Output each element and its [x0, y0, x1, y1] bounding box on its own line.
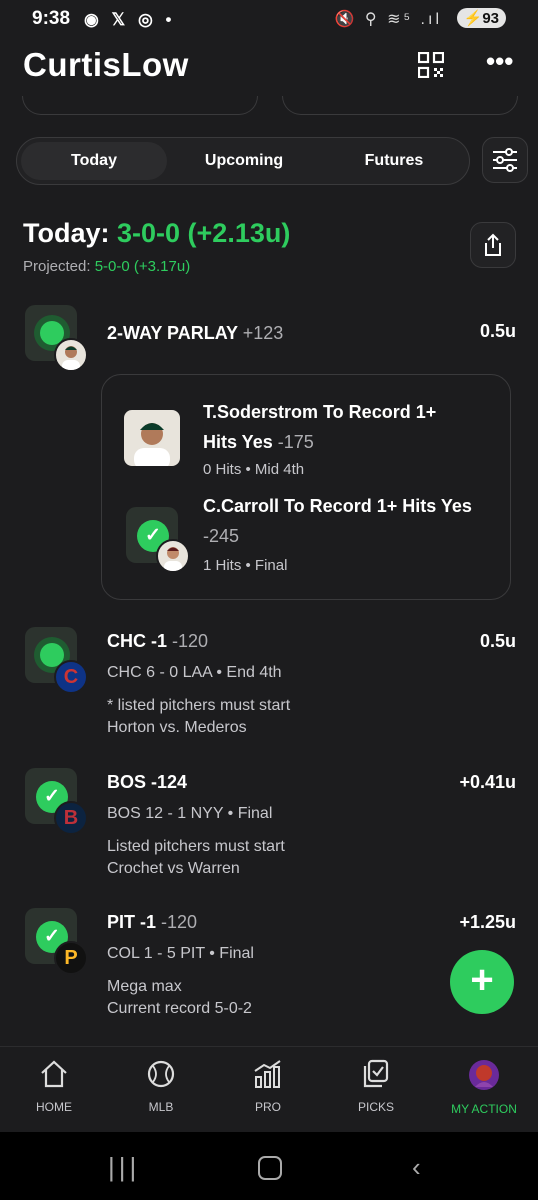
share-button[interactable] [470, 222, 516, 268]
nav-mlb[interactable]: MLB [111, 1059, 211, 1114]
system-icons: 🔇 ⚲ ≋⁵ .ıl [334, 11, 442, 28]
summary-label: Today: [23, 218, 110, 248]
pick-card-bos[interactable]: ✓ B BOS -124 +0.41u BOS 12 - 1 NYY • Fin… [0, 763, 538, 889]
pick-odds: -120 [161, 912, 198, 932]
pick-note: * listed pitchers must start Horton vs. … [107, 695, 290, 739]
nav-label: PICKS [357, 1100, 394, 1114]
status-time: 9:38 [32, 8, 71, 29]
pick-label: BOS -124 [107, 772, 188, 792]
leg-title: T.Soderstrom To Record 1+ Hits Yes -175 [203, 397, 473, 457]
nav-pro[interactable]: PRO [218, 1059, 318, 1114]
sliders-icon [493, 148, 517, 172]
player-avatar [54, 338, 88, 372]
back-icon[interactable]: ‹ [412, 1152, 421, 1183]
note-line-1: Mega max [107, 978, 182, 995]
nav-label: MY ACTION [451, 1102, 517, 1116]
summary-record: 3-0-0 (+2.13u) [117, 218, 291, 248]
pick-units: +1.25u [459, 912, 516, 932]
red-sox-logo-icon: B [54, 801, 88, 835]
game-score: CHC 6 - 0 LAA • End 4th [107, 664, 282, 681]
parlay-legs: T.Soderstrom To Record 1+ Hits Yes -175 … [101, 374, 511, 600]
nav-picks[interactable]: PICKS [326, 1059, 426, 1114]
game-score: COL 1 - 5 PIT • Final [107, 945, 254, 962]
add-pick-button[interactable]: + [450, 950, 514, 1014]
pick-units: 0.5u [479, 631, 516, 651]
nav-label: PRO [254, 1100, 281, 1114]
player-photo [124, 410, 180, 466]
projected-value: 5-0-0 (+3.17u) [94, 258, 191, 275]
pick-odds: +123 [242, 323, 284, 343]
nav-home[interactable]: HOME [4, 1059, 104, 1114]
notification-icons: ◉ 𝕏 ◎ • [84, 10, 176, 29]
leg-odds: -245 [203, 526, 240, 546]
pick-card-chc[interactable]: C CHC -1 -120 0.5u CHC 6 - 0 LAA • End 4… [0, 622, 538, 748]
pick-title: PIT -1 -120 [107, 912, 197, 933]
pick-odds: -120 [172, 631, 209, 651]
note-line-1: Listed pitchers must start [107, 838, 285, 855]
cubs-logo-icon: C [54, 660, 88, 694]
picks-icon [363, 1059, 389, 1088]
projected-label: Projected: [23, 258, 91, 275]
more-options-icon[interactable]: ••• [486, 48, 513, 74]
qr-code-icon[interactable] [418, 52, 444, 78]
pick-units: 0.5u [479, 321, 516, 341]
tab-futures[interactable]: Futures [321, 142, 467, 180]
game-score: BOS 12 - 1 NYY • Final [107, 805, 273, 822]
leg-status: 1 Hits • Final [203, 557, 288, 574]
projected-summary: Projected: 5-0-0 (+3.17u) [23, 258, 190, 275]
nav-label: HOME [36, 1100, 72, 1114]
pick-label: CHC -1 [107, 631, 168, 651]
player-avatar [156, 539, 190, 573]
pick-note: Listed pitchers must start Crochet vs Wa… [107, 836, 285, 880]
scrolled-card-right [282, 96, 518, 115]
note-line-2: Current record 5-0-2 [107, 1000, 252, 1017]
note-line-1: * listed pitchers must start [107, 697, 291, 714]
status-bar: 9:38 ◉ 𝕏 ◎ • 🔇 ⚲ ≋⁵ .ıl ⚡93 [0, 0, 538, 36]
pick-title: 2-WAY PARLAY +123 [107, 323, 283, 344]
leg-status: 0 Hits • Mid 4th [203, 461, 305, 478]
page-title: CurtisLow [23, 46, 189, 83]
pick-title: BOS -124 [107, 772, 187, 793]
leg-title: C.Carroll To Record 1+ Hits Yes -245 [203, 491, 473, 551]
today-summary: Today: 3-0-0 (+2.13u) [23, 218, 290, 249]
battery-level: 93 [482, 10, 499, 27]
note-line-2: Horton vs. Mederos [107, 719, 247, 736]
bottom-nav: HOME MLB PRO PICKS MY ACTION [0, 1046, 538, 1133]
system-nav-bar: ||| ‹ [0, 1132, 538, 1200]
pick-label: 2-WAY PARLAY [107, 323, 238, 343]
recents-icon[interactable]: ||| [108, 1152, 140, 1183]
home-system-icon[interactable] [258, 1156, 282, 1180]
home-icon [41, 1060, 67, 1088]
pick-units: +0.41u [459, 772, 516, 792]
pro-chart-icon [254, 1060, 281, 1088]
baseball-icon [147, 1060, 175, 1088]
leg-label: T.Soderstrom To Record 1+ Hits Yes [203, 402, 437, 452]
pick-note: Mega max Current record 5-0-2 [107, 976, 252, 1020]
nav-my-action[interactable]: MY ACTION [434, 1059, 534, 1116]
scrolled-card-left [22, 96, 258, 115]
leg-label: C.Carroll To Record 1+ Hits Yes [203, 496, 472, 516]
pick-title: CHC -1 -120 [107, 631, 208, 652]
pick-label: PIT -1 [107, 912, 157, 932]
note-line-2: Crochet vs Warren [107, 860, 240, 877]
share-icon [485, 233, 501, 256]
tab-upcoming[interactable]: Upcoming [171, 142, 317, 180]
tab-today[interactable]: Today [21, 142, 167, 180]
filter-button[interactable] [482, 137, 528, 183]
leg-odds: -175 [277, 432, 314, 452]
avatar-icon [469, 1060, 499, 1090]
nav-label: MLB [148, 1100, 174, 1114]
pirates-logo-icon: P [54, 941, 88, 975]
tab-bar: Today Upcoming Futures [16, 137, 470, 185]
battery-indicator: ⚡93 [456, 8, 506, 28]
